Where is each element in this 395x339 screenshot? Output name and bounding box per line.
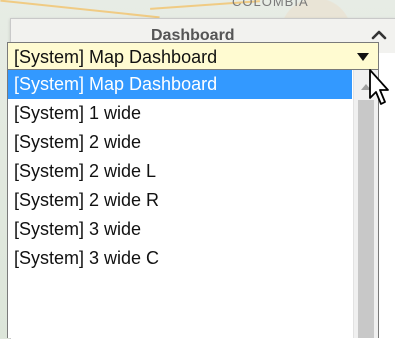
dropdown-option[interactable]: [System] 3 wide C (8, 244, 352, 273)
dropdown-option[interactable]: [System] 2 wide L (8, 157, 352, 186)
dropdown-option[interactable]: [System] Map Dashboard (8, 70, 352, 99)
scroll-up-icon[interactable] (360, 78, 372, 90)
scrollbar-thumb[interactable] (358, 100, 374, 338)
triangle-down-icon[interactable] (352, 44, 374, 68)
dropdown-scrollbar[interactable] (353, 70, 378, 338)
dashboard-select[interactable]: [System] Map Dashboard (7, 42, 379, 70)
dropdown-option[interactable]: [System] 3 wide (8, 215, 352, 244)
map-road (0, 0, 160, 19)
map-place-label: COLOMBIA (232, 0, 309, 9)
dropdown-option[interactable]: [System] 1 wide (8, 99, 352, 128)
dropdown-option[interactable]: [System] 2 wide R (8, 186, 352, 215)
dropdown-option[interactable]: [System] 2 wide (8, 128, 352, 157)
dashboard-select-value: [System] Map Dashboard (14, 47, 218, 67)
dashboard-dropdown-list[interactable]: [System] Map Dashboard [System] 1 wide [… (7, 70, 379, 338)
